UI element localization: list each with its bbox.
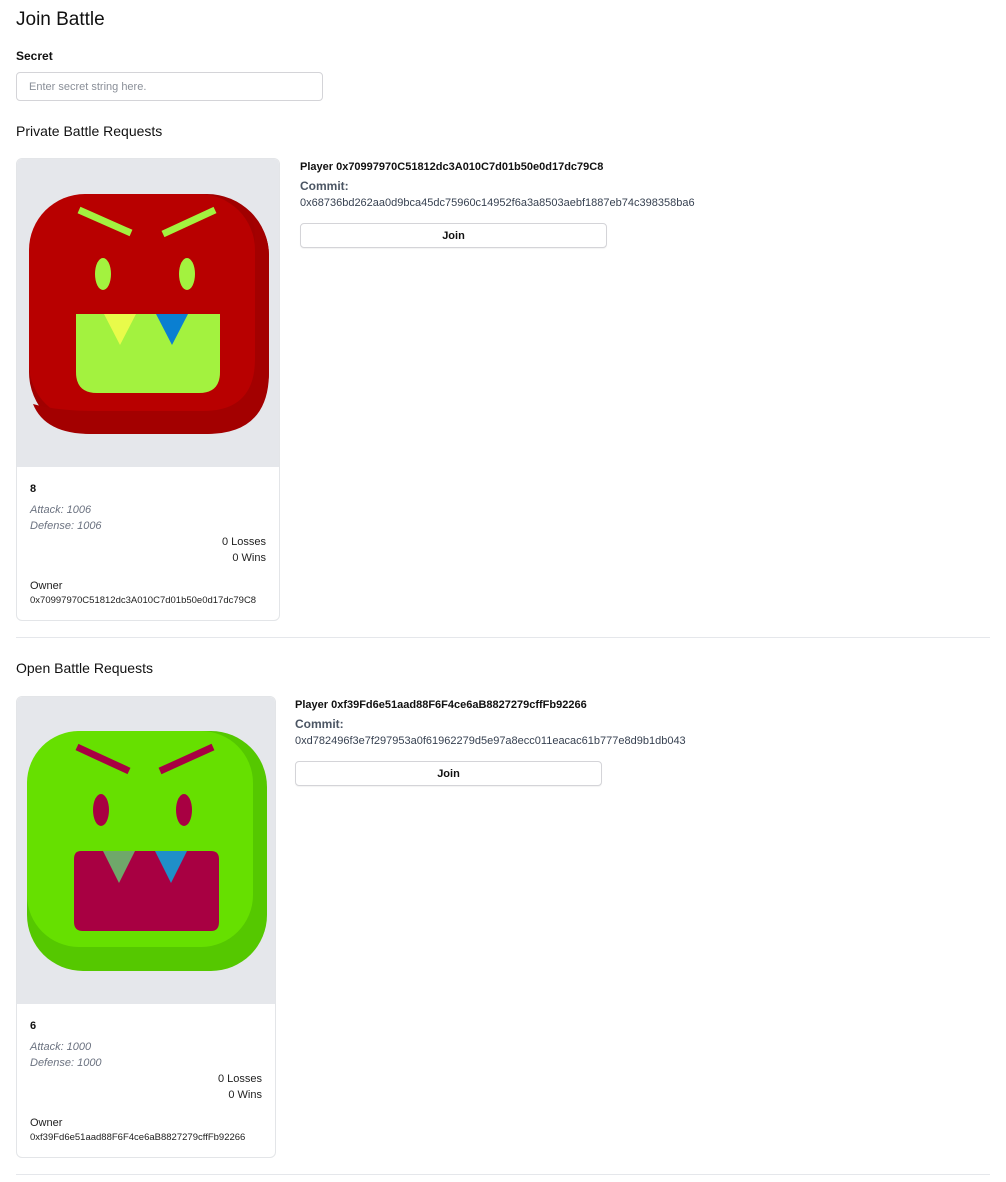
battle-request-info-private: Player 0x70997970C51812dc3A010C7d01b50e0…: [300, 161, 695, 248]
monster-image: [17, 159, 279, 467]
battle-request-info-open: Player 0xf39Fd6e51aad88F6F4ce6aB8827279c…: [295, 699, 686, 786]
monster-image: [17, 697, 275, 1004]
monster-avatar-icon: [27, 731, 267, 971]
player-address: Player 0xf39Fd6e51aad88F6F4ce6aB8827279c…: [295, 699, 587, 711]
losses-stat: 0 Losses: [217, 1073, 262, 1085]
join-button[interactable]: Join: [300, 223, 607, 248]
monster-details: 6 Attack: 1000 Defense: 1000 0 Losses 0 …: [17, 1004, 275, 1157]
commit-hash: 0xd782496f3e7f297953a0f61962279d5e97a8ec…: [295, 735, 686, 747]
defense-stat: Defense: 1000: [30, 1057, 102, 1069]
commit-label: Commit:: [295, 717, 344, 731]
monster-details: 8 Attack: 1006 Defense: 1006 0 Losses 0 …: [17, 467, 279, 620]
wins-stat: 0 Wins: [232, 552, 266, 564]
wins-stat: 0 Wins: [228, 1089, 262, 1101]
secret-input[interactable]: [16, 72, 323, 101]
attack-stat: Attack: 1006: [30, 504, 92, 516]
commit-hash: 0x68736bd262aa0d9bca45dc75960c14952f6a3a…: [300, 197, 695, 209]
monster-card-private: 8 Attack: 1006 Defense: 1006 0 Losses 0 …: [16, 158, 280, 621]
join-button[interactable]: Join: [295, 761, 602, 786]
monster-avatar-icon: [29, 194, 269, 434]
secret-label: Secret: [16, 49, 53, 63]
open-requests-title: Open Battle Requests: [16, 660, 153, 676]
losses-stat: 0 Losses: [221, 536, 266, 548]
section-divider: [16, 637, 990, 638]
owner-label: Owner: [30, 1117, 63, 1129]
defense-stat: Defense: 1006: [30, 520, 102, 532]
private-requests-title: Private Battle Requests: [16, 123, 163, 139]
owner-label: Owner: [30, 580, 63, 592]
owner-address: 0xf39Fd6e51aad88F6F4ce6aB8827279cffFb922…: [30, 1132, 246, 1143]
attack-stat: Attack: 1000: [30, 1041, 92, 1053]
monster-id: 6: [30, 1020, 37, 1032]
monster-card-open: 6 Attack: 1000 Defense: 1000 0 Losses 0 …: [16, 696, 276, 1158]
player-address: Player 0x70997970C51812dc3A010C7d01b50e0…: [300, 161, 604, 173]
monster-id: 8: [30, 483, 37, 495]
owner-address: 0x70997970C51812dc3A010C7d01b50e0d17dc79…: [30, 595, 257, 606]
commit-label: Commit:: [300, 179, 349, 193]
page-title: Join Battle: [16, 9, 105, 30]
section-divider: [16, 1174, 990, 1175]
